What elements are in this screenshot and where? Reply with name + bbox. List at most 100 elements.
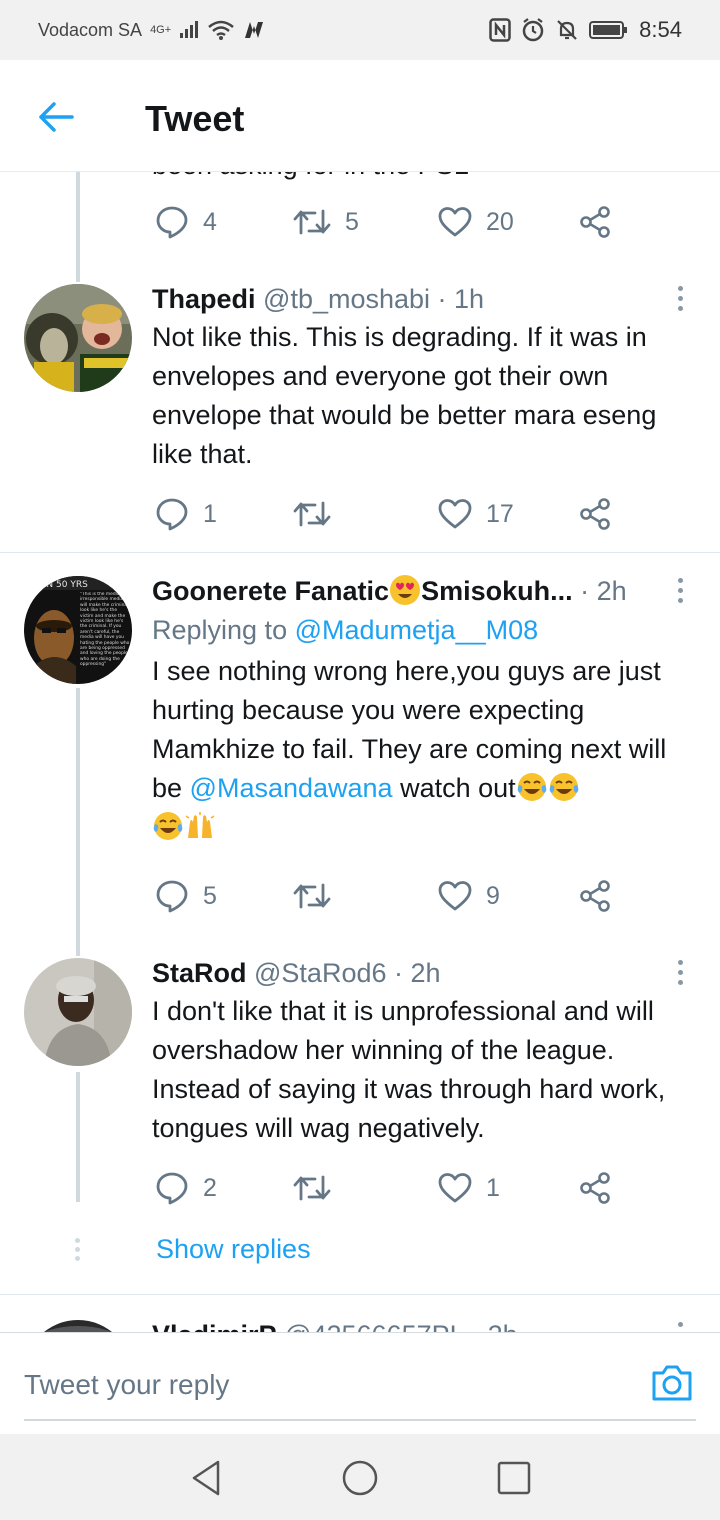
tweet-header: Thapedi @tb_moshabi · 1h — [152, 282, 697, 316]
system-nav-bar — [0, 1434, 720, 1520]
signal-icon — [179, 21, 199, 39]
tweet-text: I don't like that it is unprofessional a… — [152, 996, 666, 1143]
retweet-icon — [293, 883, 331, 909]
tweet-item[interactable]: StaRod @StaRod6 · 2h I don't like that i… — [0, 956, 720, 1206]
raising-hands-emoji-icon — [185, 812, 215, 838]
nav-home-button[interactable] — [340, 1458, 380, 1498]
like-icon — [438, 1173, 472, 1203]
reply-button[interactable]: 5 — [155, 876, 217, 916]
like-icon — [438, 207, 472, 237]
camera-button[interactable] — [650, 1363, 694, 1403]
tweet-item[interactable]: THAN 50 YRS "This is the media... irresp… — [0, 574, 720, 944]
user-handle[interactable]: @StaRod6 — [254, 958, 386, 988]
nav-recents-button[interactable] — [494, 1458, 534, 1498]
display-name[interactable]: Goonerete Fanatic Smisokuh... — [152, 575, 573, 606]
app-header: Tweet — [0, 60, 720, 172]
avatar-quote-text: "This is the media... irresponsible medi… — [80, 592, 130, 668]
share-button[interactable] — [578, 494, 612, 534]
retweet-button[interactable]: 5 — [293, 202, 359, 242]
nfc-icon — [489, 18, 511, 42]
share-button[interactable] — [578, 876, 612, 916]
reply-button[interactable]: 4 — [155, 202, 217, 242]
heart-eyes-emoji-icon — [390, 575, 421, 605]
reply-composer — [0, 1332, 720, 1434]
like-button[interactable]: 20 — [438, 202, 514, 242]
wifi-icon — [207, 20, 235, 40]
display-name[interactable]: StaRod — [152, 958, 247, 988]
like-count: 20 — [486, 207, 514, 236]
tweet-header: StaRod @StaRod6 · 2h — [152, 956, 697, 990]
reply-button[interactable]: 2 — [155, 1168, 217, 1208]
nfc-app-icon — [243, 20, 265, 40]
nav-back-icon — [192, 1460, 220, 1496]
clock: 8:54 — [639, 17, 682, 42]
nav-back-button[interactable] — [186, 1458, 226, 1498]
replying-to: Replying to @Madumetja__M08 — [152, 615, 539, 645]
retweet-icon — [293, 209, 331, 235]
like-icon — [438, 881, 472, 911]
display-name[interactable]: Thapedi — [152, 284, 256, 314]
reply-icon — [156, 1172, 188, 1205]
camera-icon — [652, 1365, 692, 1401]
like-icon — [438, 499, 472, 529]
tweet-item[interactable]: Thapedi @tb_moshabi · 1h Not like this. … — [0, 282, 720, 552]
like-button[interactable]: 9 — [438, 876, 500, 916]
reply-icon — [156, 206, 188, 239]
share-icon — [580, 1172, 610, 1204]
avatar[interactable] — [24, 284, 132, 392]
nav-recents-icon — [497, 1461, 531, 1495]
more-icon — [674, 1322, 686, 1332]
reply-icon — [156, 498, 188, 531]
retweet-button[interactable] — [293, 494, 345, 534]
share-button[interactable] — [578, 202, 612, 242]
back-arrow-icon — [39, 102, 74, 132]
share-icon — [580, 498, 610, 530]
more-options-button[interactable] — [674, 958, 686, 988]
show-replies-link[interactable]: Show replies — [156, 1234, 311, 1265]
back-button[interactable] — [36, 97, 76, 137]
avatar[interactable]: THAN 50 YRS "This is the media... irresp… — [24, 576, 132, 684]
avatar-banner-text: THAN 50 YRS — [27, 580, 88, 590]
like-button[interactable]: 1 — [438, 1168, 500, 1208]
tears-of-joy-emoji-icon — [549, 773, 578, 801]
tweet-time: · 1h — [437, 284, 485, 314]
share-icon — [580, 880, 610, 912]
reply-count: 5 — [203, 881, 217, 910]
tweet-text: Not like this. This is degrading. If it … — [152, 322, 657, 469]
like-count: 9 — [486, 881, 500, 910]
avatar[interactable] — [24, 1320, 132, 1332]
share-button[interactable] — [578, 1168, 612, 1208]
tweet-header: Goonerete Fanatic Smisokuh... · 2h — [152, 574, 697, 608]
more-icon — [674, 960, 686, 985]
carrier-label: Vodacom SA — [38, 19, 143, 40]
retweet-count: 5 — [345, 207, 359, 236]
divider — [0, 552, 720, 553]
tears-of-joy-emoji-icon — [153, 812, 183, 840]
reply-button[interactable]: 1 — [155, 494, 217, 534]
like-count: 1 — [486, 1173, 500, 1202]
replying-to-mention[interactable]: @Madumetja__M08 — [295, 615, 539, 645]
tweet-actions: 1 17 — [155, 494, 625, 534]
avatar[interactable] — [24, 958, 132, 1066]
retweet-button[interactable] — [293, 876, 345, 916]
tears-of-joy-emoji-icon — [517, 773, 546, 801]
mention-link[interactable]: @Masandawana — [190, 773, 393, 803]
display-name[interactable]: VladimirP — [152, 1320, 277, 1332]
divider — [0, 1294, 720, 1295]
share-icon — [580, 206, 610, 238]
retweet-icon — [293, 501, 331, 527]
retweet-button[interactable] — [293, 1168, 345, 1208]
reply-count: 4 — [203, 207, 217, 236]
more-options-button[interactable] — [674, 284, 686, 314]
user-handle[interactable]: @42566657PL — [284, 1320, 464, 1332]
like-button[interactable]: 17 — [438, 494, 514, 534]
more-options-button[interactable] — [674, 576, 686, 606]
more-icon — [674, 578, 686, 603]
more-options-button[interactable] — [674, 1320, 686, 1332]
tweet-item[interactable]: VladimirP @42566657PL · 2h — [0, 1318, 720, 1332]
mute-icon — [555, 18, 579, 42]
nav-home-icon — [342, 1460, 378, 1496]
tweet-thread: been asking for in the PSL 4 5 20 — [0, 172, 720, 1332]
reply-input[interactable] — [24, 1361, 634, 1409]
user-handle[interactable]: @tb_moshabi — [263, 284, 430, 314]
